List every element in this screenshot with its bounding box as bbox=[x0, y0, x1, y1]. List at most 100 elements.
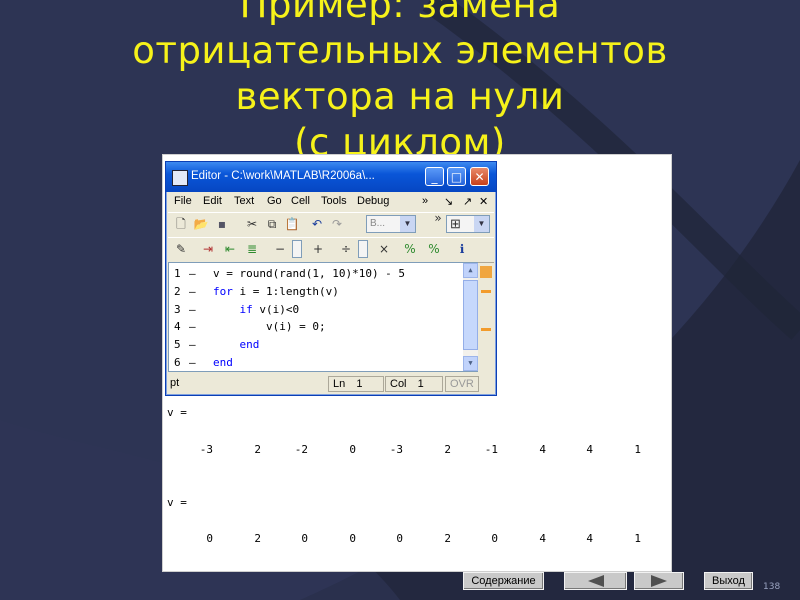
right-triangle-icon bbox=[651, 575, 667, 587]
layout-combo[interactable]: ⊞ ▼ bbox=[446, 215, 490, 233]
remove-cell-icon[interactable]: % bbox=[426, 241, 442, 257]
line-number: 4 bbox=[174, 320, 181, 333]
function-combo[interactable]: B... ▼ bbox=[366, 215, 416, 233]
grid-layout-icon: ⊞ bbox=[450, 216, 461, 231]
minimize-button[interactable]: _ bbox=[425, 167, 444, 186]
mlint-status-indicator[interactable] bbox=[480, 266, 492, 278]
keyword: if bbox=[239, 303, 253, 316]
new-file-icon[interactable]: 🗋 bbox=[173, 216, 189, 232]
undock-icon[interactable]: ↘ bbox=[444, 195, 453, 208]
save-icon[interactable]: ▪ bbox=[214, 216, 230, 232]
title-line-3: вектора на нули bbox=[235, 75, 565, 118]
mlint-warning-marker[interactable] bbox=[481, 328, 491, 331]
menu-go[interactable]: Go bbox=[267, 195, 282, 207]
cell-edit-icon[interactable]: ✎ bbox=[173, 241, 189, 257]
divide-button[interactable]: ÷ bbox=[338, 241, 354, 257]
output-label-1: v = bbox=[167, 406, 187, 419]
menu-tools[interactable]: Tools bbox=[321, 195, 347, 207]
cell-toolbar: ✎ ⇥ ⇤ ≣ − + ÷ × % % ℹ bbox=[168, 237, 494, 263]
dock-icon[interactable]: ↗ bbox=[463, 195, 472, 208]
output-value: 2 bbox=[444, 443, 451, 456]
menu-edit[interactable]: Edit bbox=[203, 195, 222, 207]
close-doc-icon[interactable]: ✕ bbox=[479, 195, 488, 208]
toolbar-overflow-icon[interactable]: » bbox=[430, 210, 446, 226]
status-ovr: OVR bbox=[445, 376, 479, 392]
eval-file-icon[interactable]: ≣ bbox=[244, 241, 260, 257]
maximize-icon: □ bbox=[450, 170, 463, 184]
keyword: for bbox=[213, 285, 233, 298]
undo-icon[interactable]: ↶ bbox=[309, 216, 325, 232]
title-line-1: Пример: замена bbox=[239, 0, 561, 26]
scroll-up-icon[interactable]: ▲ bbox=[463, 263, 478, 278]
cut-icon[interactable]: ✂ bbox=[244, 216, 260, 232]
keyword: end bbox=[213, 356, 233, 369]
minimize-icon: _ bbox=[431, 170, 438, 184]
page-number: 138 bbox=[763, 582, 781, 592]
status-col: Col 1 bbox=[385, 376, 443, 392]
status-line: Ln 1 bbox=[328, 376, 384, 392]
contents-button[interactable]: Содержание bbox=[463, 572, 544, 590]
breakpoint-dash[interactable]: – bbox=[189, 356, 196, 369]
breakpoint-dash[interactable]: – bbox=[189, 338, 196, 351]
breakpoint-dash[interactable]: – bbox=[189, 267, 196, 280]
output-value: 4 bbox=[586, 443, 593, 456]
insert-cell-icon[interactable]: % bbox=[402, 241, 418, 257]
next-slide-button[interactable] bbox=[634, 572, 684, 590]
menu-debug[interactable]: Debug bbox=[357, 195, 389, 207]
eval-cell-icon[interactable]: ⇥ bbox=[200, 241, 216, 257]
output-label-2: v = bbox=[167, 496, 187, 509]
copy-icon[interactable]: ⧉ bbox=[264, 216, 280, 232]
mlint-warning-marker[interactable] bbox=[481, 290, 491, 293]
output-value: 0 bbox=[206, 532, 213, 545]
increment-value-field[interactable] bbox=[292, 240, 302, 258]
chevron-down-icon: ▼ bbox=[400, 216, 415, 232]
line-number: 3 bbox=[174, 303, 181, 316]
info-icon[interactable]: ℹ bbox=[454, 241, 470, 257]
decrement-button[interactable]: − bbox=[272, 241, 288, 257]
line-number: 6 bbox=[174, 356, 181, 369]
line-number: 1 bbox=[174, 267, 181, 280]
redo-icon[interactable]: ↷ bbox=[329, 216, 345, 232]
chevron-down-icon: ▼ bbox=[474, 216, 489, 232]
code-editor[interactable]: 1 2 3 4 5 6 – – – – – – v = round(rand(1… bbox=[168, 262, 478, 372]
previous-slide-button[interactable] bbox=[564, 572, 627, 590]
breakpoint-dash[interactable]: – bbox=[189, 320, 196, 333]
title-line-2: отрицательных элементов bbox=[132, 29, 668, 72]
breakpoint-dash[interactable]: – bbox=[189, 303, 196, 316]
code-line-3: if v(i)<0 bbox=[213, 303, 300, 316]
vertical-scrollbar[interactable]: ▲ ▼ bbox=[463, 263, 478, 371]
keyword: end bbox=[239, 338, 260, 351]
scroll-down-icon[interactable]: ▼ bbox=[463, 356, 478, 371]
editor-window-title: Editor - C:\work\MATLAB\R2006a\... bbox=[191, 170, 375, 182]
paste-icon[interactable]: 📋 bbox=[284, 216, 300, 232]
menu-overflow[interactable]: » bbox=[422, 195, 428, 207]
scroll-thumb[interactable] bbox=[463, 280, 478, 350]
editor-titlebar[interactable]: Editor - C:\work\MATLAB\R2006a\... _ □ ✕ bbox=[166, 162, 496, 192]
multiply-button[interactable]: × bbox=[376, 241, 392, 257]
exit-button[interactable]: Выход bbox=[704, 572, 753, 590]
status-line-label: Ln bbox=[333, 378, 346, 390]
breakpoint-dash[interactable]: – bbox=[189, 285, 196, 298]
open-folder-icon[interactable]: 📂 bbox=[193, 216, 209, 232]
code-text: v(i) = 0; bbox=[213, 320, 326, 333]
status-col-value: 1 bbox=[417, 378, 424, 390]
eval-advance-icon[interactable]: ⇤ bbox=[222, 241, 238, 257]
close-button[interactable]: ✕ bbox=[470, 167, 489, 186]
status-line-value: 1 bbox=[356, 378, 363, 390]
menu-cell[interactable]: Cell bbox=[291, 195, 310, 207]
output-value: 4 bbox=[586, 532, 593, 545]
code-line-4: v(i) = 0; bbox=[213, 320, 326, 333]
output-value: -3 bbox=[389, 443, 403, 456]
maximize-button[interactable]: □ bbox=[447, 167, 466, 186]
menu-file[interactable]: File bbox=[174, 195, 192, 207]
output-value: -3 bbox=[199, 443, 213, 456]
menu-text[interactable]: Text bbox=[234, 195, 254, 207]
increment-button[interactable]: + bbox=[310, 241, 326, 257]
function-combo-value: B... bbox=[370, 218, 386, 229]
multiply-value-field[interactable] bbox=[358, 240, 368, 258]
output-value: 1 bbox=[634, 532, 641, 545]
line-number: 2 bbox=[174, 285, 181, 298]
output-value: 0 bbox=[301, 532, 308, 545]
slide-title: Пример: замена отрицательных элементов в… bbox=[0, 0, 800, 166]
